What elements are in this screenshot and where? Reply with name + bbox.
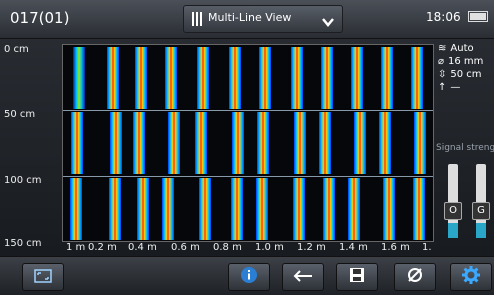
- battery-icon: [468, 11, 488, 22]
- back-arrow-icon: [292, 268, 314, 287]
- info-icon: [240, 266, 258, 288]
- depth-row: ⇳ 50 cm: [438, 68, 494, 81]
- x-tick-label: 1.2 m: [297, 242, 326, 253]
- rebar-signal-band: [168, 112, 180, 174]
- rebar-signal-band: [354, 112, 366, 174]
- slider-fill: [476, 223, 486, 238]
- rebar-signal-band: [70, 178, 82, 240]
- rebar-signal-band: [293, 178, 305, 240]
- x-tick-label: 1.6 m: [381, 242, 410, 253]
- fullscreen-icon: [34, 268, 52, 287]
- cover-row: ↑ —: [438, 81, 494, 94]
- scan-image[interactable]: [62, 44, 434, 242]
- x-tick-label: 0.2 m: [88, 242, 117, 253]
- diameter-icon: ⌀: [438, 56, 445, 67]
- rebar-signal-band: [256, 178, 268, 240]
- settings-button[interactable]: [450, 263, 492, 291]
- bottom-toolbar: [0, 256, 494, 295]
- y-tick-150: 150 cm: [4, 238, 42, 249]
- side-info-panel: ≋ Auto ⌀ 16 mm ⇳ 50 cm ↑ —: [438, 42, 494, 94]
- diameter-value: 16 mm: [448, 56, 484, 67]
- rebar-signal-band: [110, 112, 122, 174]
- rebar-signal-band: [379, 112, 391, 174]
- slider-fill: [448, 223, 458, 238]
- scan-id: 017(01): [10, 9, 70, 27]
- save-icon: [349, 267, 365, 287]
- diameter-row: ⌀ 16 mm: [438, 55, 494, 68]
- x-tick-label: 1 m: [66, 242, 86, 253]
- x-tick-label: 1.0 m: [255, 242, 284, 253]
- rebar-signal-band: [195, 112, 207, 174]
- rebar-signal-band: [411, 47, 423, 109]
- rebar-signal-band: [348, 178, 360, 240]
- rebar-signal-band: [165, 47, 177, 109]
- diameter-icon: [406, 266, 424, 288]
- gain-row: ≋ Auto: [438, 42, 494, 55]
- rebar-signal-band: [109, 178, 121, 240]
- depth-icon: ⇳: [438, 69, 447, 80]
- rebar-signal-band: [229, 47, 241, 109]
- signal-slider-o[interactable]: [448, 164, 458, 238]
- x-tick-label: 0.8 m: [213, 242, 242, 253]
- view-mode-label: Multi-Line View: [208, 11, 292, 24]
- x-tick-label: 1.4 m: [339, 242, 368, 253]
- rebar-signal-band: [232, 112, 244, 174]
- y-tick-0: 0 cm: [4, 44, 29, 55]
- clock: 18:06: [426, 10, 461, 24]
- slider-knob-g[interactable]: G: [472, 202, 490, 220]
- rebar-signal-plot: [70, 47, 426, 240]
- depth-value: 50 cm: [450, 69, 482, 80]
- x-tick-label: 1.: [422, 242, 432, 253]
- save-button[interactable]: [336, 263, 378, 291]
- rebar-signal-band: [259, 47, 271, 109]
- rebar-signal-band: [71, 112, 83, 174]
- gear-icon: [462, 266, 480, 288]
- rebar-signal-band: [319, 112, 331, 174]
- line-separator: [63, 110, 433, 111]
- diameter-button[interactable]: [394, 263, 436, 291]
- y-tick-50: 50 cm: [4, 109, 36, 120]
- rebar-signal-band: [351, 47, 363, 109]
- multi-line-icon: [192, 11, 204, 30]
- rebar-signal-band: [257, 112, 269, 174]
- x-tick-label: 0.6 m: [171, 242, 200, 253]
- info-button[interactable]: [228, 263, 270, 291]
- rebar-signal-band: [197, 47, 209, 109]
- view-mode-dropdown[interactable]: Multi-Line View: [183, 5, 343, 33]
- back-button[interactable]: [282, 263, 324, 291]
- rebar-signal-band: [137, 178, 149, 240]
- y-tick-100: 100 cm: [4, 175, 42, 186]
- cover-icon: ↑: [438, 82, 447, 93]
- rebar-signal-band: [381, 47, 393, 109]
- signal-strength-label: Signal streng: [436, 143, 494, 153]
- chevron-down-icon: [322, 12, 334, 31]
- x-tick-label: 0.4 m: [128, 242, 157, 253]
- fullscreen-button[interactable]: [22, 263, 64, 291]
- rebar-signal-band: [107, 47, 119, 109]
- rebar-signal-band: [162, 178, 174, 240]
- rebar-signal-band: [413, 178, 425, 240]
- cover-value: —: [450, 82, 461, 93]
- gain-value: Auto: [450, 43, 474, 54]
- line-separator: [63, 176, 433, 177]
- rebar-signal-band: [199, 178, 211, 240]
- rebar-signal-band: [231, 178, 243, 240]
- rebar-signal-band: [323, 178, 335, 240]
- top-bar: 017(01) Multi-Line View 18:06: [0, 0, 494, 39]
- rebar-signal-band: [414, 112, 426, 174]
- rebar-signal-band: [383, 178, 395, 240]
- rebar-signal-band: [133, 112, 145, 174]
- rebar-signal-band: [321, 47, 333, 109]
- rebar-signal-band: [294, 112, 306, 174]
- signal-slider-g[interactable]: [476, 164, 486, 238]
- slider-knob-o[interactable]: O: [444, 202, 462, 220]
- rebar-signal-band: [291, 47, 303, 109]
- rebar-signal-band: [135, 47, 147, 109]
- rebar-signal-band: [73, 47, 85, 109]
- gain-icon: ≋: [438, 43, 447, 54]
